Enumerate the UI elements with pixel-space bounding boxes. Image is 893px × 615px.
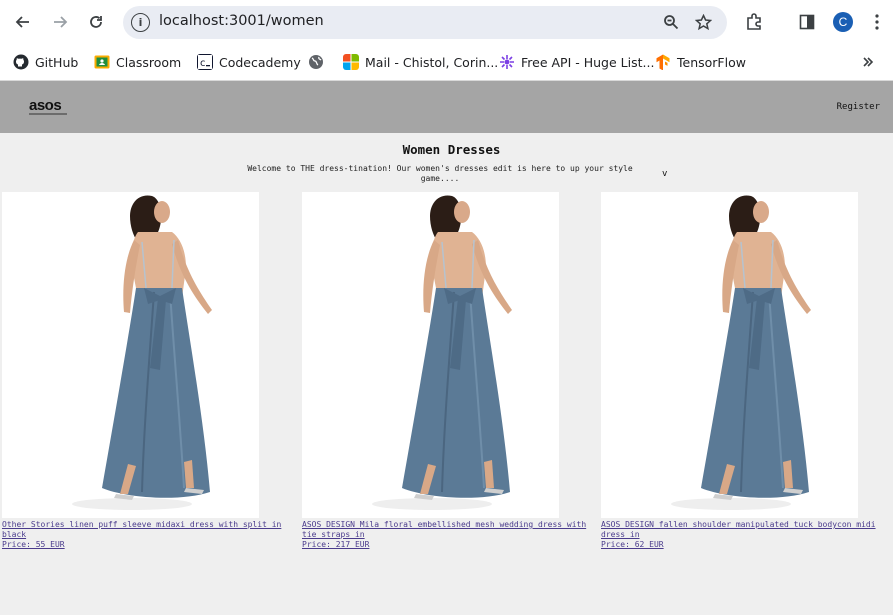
- expand-description-toggle[interactable]: v: [662, 169, 667, 179]
- page-description: Welcome to THE dress-tination! Our women…: [247, 164, 633, 183]
- bookmark-tensorflow[interactable]: TensorFlow: [655, 52, 746, 72]
- product-name-link[interactable]: Other Stories linen puff sleeve midaxi d…: [2, 520, 298, 540]
- tensorflow-icon: [656, 54, 670, 70]
- side-panel-icon[interactable]: [796, 11, 818, 33]
- bookmark-label: GitHub: [35, 54, 79, 70]
- dress-model-illustration: [72, 195, 212, 510]
- bookmark-mail[interactable]: Mail - Chistol, Corin...: [343, 52, 498, 72]
- product-card[interactable]: Other Stories linen puff sleeve midaxi d…: [2, 192, 298, 550]
- site-header: asos Register: [0, 81, 893, 133]
- bookmark-label: Classroom: [116, 54, 182, 70]
- product-name-link[interactable]: ASOS DESIGN Mila floral embellished mesh…: [302, 520, 598, 540]
- forward-button[interactable]: [48, 10, 72, 34]
- page-content: asos Register Women Dresses Welcome to T…: [0, 81, 893, 615]
- product-price[interactable]: Price: 62 EUR: [601, 540, 893, 550]
- address-bar[interactable]: i localhost:3001/women: [123, 6, 727, 39]
- back-button[interactable]: [11, 10, 35, 34]
- dress-model-illustration: [671, 195, 811, 510]
- reload-icon: [90, 16, 102, 28]
- product-image[interactable]: [2, 192, 259, 518]
- github-icon: [13, 54, 29, 70]
- api-icon: [500, 55, 514, 69]
- product-name-link[interactable]: ASOS DESIGN fallen shoulder manipulated …: [601, 520, 893, 540]
- site-logo[interactable]: asos: [29, 97, 62, 114]
- product-image[interactable]: [302, 192, 559, 518]
- bookmarks-bar: GitHub Classroom c Codecademy Mail - Chi…: [0, 44, 893, 81]
- arrow-right-icon: [54, 16, 68, 28]
- bookmark-label: TensorFlow: [677, 54, 746, 70]
- address-url[interactable]: localhost:3001/women: [159, 13, 324, 29]
- arrow-left-icon: [15, 16, 29, 28]
- bookmark-codecademy[interactable]: c Codecademy: [197, 52, 301, 72]
- microsoft-icon: [343, 54, 359, 70]
- bookmark-classroom[interactable]: Classroom: [94, 52, 181, 72]
- bookmarks-overflow-button[interactable]: [862, 52, 874, 72]
- product-price[interactable]: Price: 55 EUR: [2, 540, 298, 550]
- page-title: Women Dresses: [402, 142, 501, 157]
- zoom-icon[interactable]: [661, 12, 681, 32]
- product-card[interactable]: ASOS DESIGN Mila floral embellished mesh…: [302, 192, 598, 550]
- bookmark-label: Codecademy: [219, 54, 301, 70]
- chevron-double-right-icon: [863, 57, 874, 67]
- classroom-icon: [94, 55, 110, 69]
- bookmark-free-api[interactable]: Free API - Huge List...: [499, 52, 654, 72]
- profile-avatar[interactable]: C: [833, 12, 853, 32]
- logo-underline: [29, 113, 67, 115]
- browser-toolbar: i localhost:3001/women C: [0, 0, 893, 44]
- bookmark-github[interactable]: GitHub: [13, 52, 78, 72]
- register-link[interactable]: Register: [837, 102, 880, 112]
- product-card[interactable]: ASOS DESIGN fallen shoulder manipulated …: [601, 192, 893, 550]
- svg-text:c: c: [200, 58, 206, 69]
- dress-model-illustration: [372, 195, 512, 510]
- more-menu-icon[interactable]: [866, 11, 888, 33]
- bookmark-label: Free API - Huge List...: [521, 54, 655, 70]
- extensions-icon[interactable]: [743, 11, 765, 33]
- codecademy-icon: c: [197, 54, 213, 70]
- bookmark-star-icon[interactable]: [693, 12, 713, 32]
- product-price[interactable]: Price: 217 EUR: [302, 540, 598, 550]
- reload-button[interactable]: [84, 10, 108, 34]
- globe-icon: [309, 55, 323, 69]
- bookmark-label: Mail - Chistol, Corin...: [365, 54, 499, 70]
- bookmark-globe[interactable]: [308, 52, 330, 72]
- site-info-icon[interactable]: i: [131, 13, 150, 32]
- product-image[interactable]: [601, 192, 858, 518]
